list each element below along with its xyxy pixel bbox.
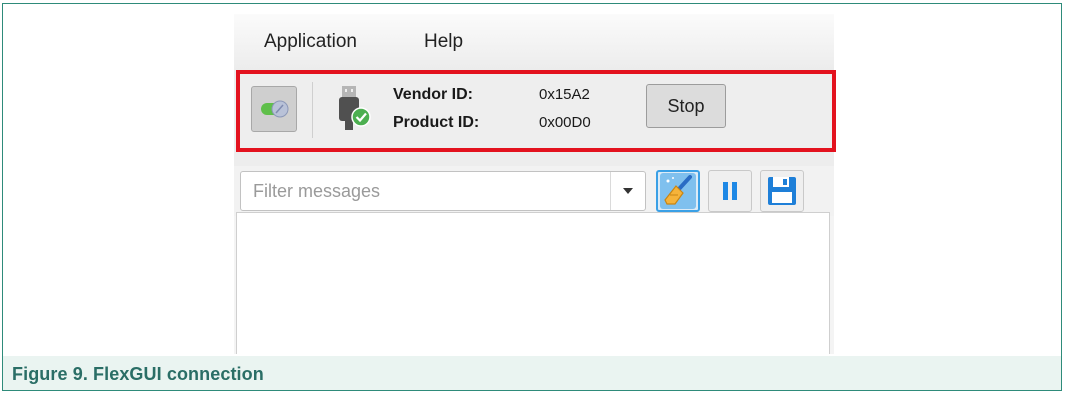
save-button[interactable] [760,170,804,212]
clear-button[interactable] [656,170,700,212]
menu-bar: Application Help [234,14,834,70]
toolbar-separator [312,82,313,138]
flexgui-window: Application Help [234,14,834,354]
menu-application[interactable]: Application [264,31,357,53]
connect-toggle-icon [261,100,289,118]
menu-help[interactable]: Help [424,31,463,53]
pause-button[interactable] [708,170,752,212]
message-log[interactable] [236,212,830,354]
product-id-label: Product ID: [393,114,480,131]
figure-caption: Figure 9. FlexGUI connection [12,364,264,384]
vendor-id-value: 0x15A2 [539,86,590,103]
filter-combobox[interactable] [240,171,646,211]
floppy-disk-icon [768,177,796,205]
broom-icon [660,173,696,209]
connect-toggle-button[interactable] [251,86,297,132]
product-id-value: 0x00D0 [539,114,591,131]
dropdown-arrow-icon[interactable] [610,172,645,210]
filter-input[interactable] [241,172,591,210]
connection-highlight: Vendor ID: 0x15A2 Product ID: 0x00D0 Sto… [236,70,836,152]
usb-device-connected-icon [339,86,371,130]
stop-button[interactable]: Stop [646,84,726,128]
pause-icon [723,182,737,200]
vendor-id-label: Vendor ID: [393,86,474,103]
filter-row [234,166,834,216]
